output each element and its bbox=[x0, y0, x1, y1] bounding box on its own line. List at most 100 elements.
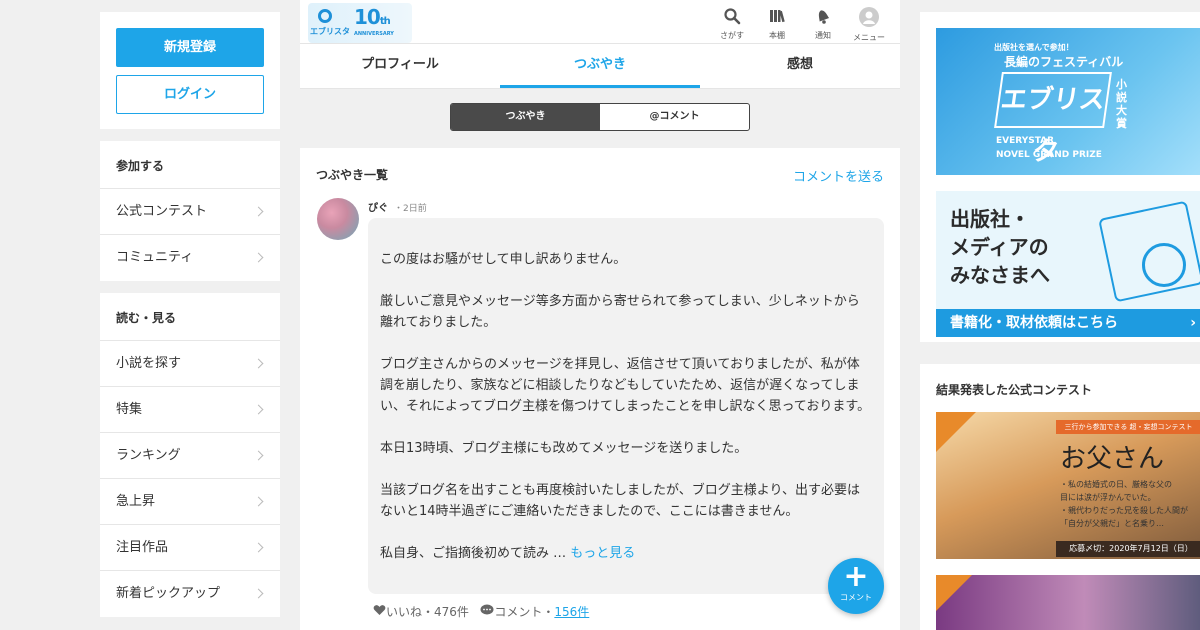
post-truncated: 私自身、ご指摘後初めて読み … もっと見る bbox=[380, 543, 872, 564]
truncated-text: 私自身、ご指摘後初めて読み … bbox=[380, 546, 567, 561]
sidebar-item-rising[interactable]: 急上昇 bbox=[100, 479, 280, 525]
banner1-title: エブリスタ bbox=[994, 72, 1112, 167]
contest1-title: お父さん bbox=[1060, 444, 1165, 474]
sidebar-item-ranking[interactable]: ランキング bbox=[100, 433, 280, 479]
contest-tag-ribbon bbox=[936, 575, 972, 611]
chevron-right-icon: › bbox=[1190, 315, 1196, 331]
nav-shelf-label: 本棚 bbox=[769, 31, 785, 40]
search-icon bbox=[724, 8, 741, 25]
sidebar-item-label: 特集 bbox=[116, 402, 143, 417]
nav-notify[interactable]: 通知 bbox=[803, 7, 843, 41]
sidebar-item-label: 公式コンテスト bbox=[116, 204, 208, 219]
send-comment-link[interactable]: コメントを送る bbox=[793, 166, 884, 185]
nav-shelf[interactable]: 本棚 bbox=[757, 7, 797, 41]
tab-profile[interactable]: プロフィール bbox=[300, 44, 500, 88]
sidebar-item-label: 注目作品 bbox=[116, 540, 169, 555]
segment-band: つぶやき @コメント bbox=[300, 89, 900, 148]
comment-bubble-icon bbox=[480, 604, 494, 615]
sidebar-item-label: コミュニティ bbox=[116, 250, 194, 265]
sidebar-item-find-novels[interactable]: 小説を探す bbox=[100, 341, 280, 387]
nav-menu[interactable]: メニュー bbox=[849, 7, 889, 43]
heart-icon bbox=[373, 605, 386, 615]
sidebar-item-featured[interactable]: 注目作品 bbox=[100, 525, 280, 571]
sidebar-item-features[interactable]: 特集 bbox=[100, 387, 280, 433]
tab-tweets[interactable]: つぶやき bbox=[500, 44, 700, 88]
post-paragraph: 本日13時頃、ブログ主様にも改めてメッセージを送りました。 bbox=[380, 441, 748, 456]
chevron-right-icon bbox=[253, 496, 264, 507]
post-time: ・2日前 bbox=[394, 204, 427, 214]
comment-count-link[interactable]: 156件 bbox=[554, 605, 589, 619]
contest-results-heading: 結果発表した公式コンテスト bbox=[936, 383, 1093, 397]
novel-grand-prize-banner[interactable]: 出版社を選んで参加！ 長編のフェスティバル エブリスタ 小説大賞 EVERYST… bbox=[936, 28, 1200, 175]
contest-banner-2[interactable] bbox=[936, 575, 1200, 630]
contest1-head: 三行から参加できる 超・妄想コンテスト bbox=[1056, 420, 1200, 434]
magnifier-logo-icon bbox=[318, 9, 332, 23]
read-more-link[interactable]: もっと見る bbox=[570, 546, 635, 561]
post-bubble: この度はお騒がせして申し訳ありません。 厳しいご意見やメッセージ等多方面から寄せ… bbox=[368, 218, 884, 594]
post-username[interactable]: ぴぐ bbox=[368, 199, 388, 214]
chevron-right-icon bbox=[253, 206, 264, 217]
chevron-right-icon bbox=[253, 588, 264, 599]
banner1-top: 出版社を選んで参加！ bbox=[994, 43, 1074, 52]
sidebar-item-label: ランキング bbox=[116, 448, 181, 463]
read-section: 読む・見る 小説を探す 特集 ランキング 急上昇 注目作品 新着ピックアップ bbox=[100, 293, 280, 617]
tab-reviews[interactable]: 感想 bbox=[700, 44, 900, 88]
media-inquiry-banner[interactable]: 出版社・ メディアの みなさまへ 書籍化・取材依頼はこちら › bbox=[936, 191, 1200, 337]
chevron-right-icon bbox=[253, 358, 264, 369]
nav-search-label: さがす bbox=[720, 31, 744, 40]
sidebar-item-label: 小説を探す bbox=[116, 356, 182, 371]
segment-tweets[interactable]: つぶやき bbox=[451, 104, 600, 130]
banner1-en: EVERYSTAR NOVEL GRAND PRIZE bbox=[996, 136, 1102, 160]
segment-mentions[interactable]: @コメント bbox=[600, 104, 749, 130]
sidebar-item-community[interactable]: コミュニティ bbox=[100, 235, 280, 281]
sidebar-item-contest[interactable]: 公式コンテスト bbox=[100, 189, 280, 235]
register-button[interactable]: 新規登録 bbox=[116, 28, 264, 67]
logo-name: エブリスタ bbox=[310, 27, 350, 36]
avatar[interactable] bbox=[317, 198, 359, 240]
contest-banner-father[interactable]: 三行から参加できる 超・妄想コンテスト お父さん ・私の結婚式の日、厳格な父の目… bbox=[936, 412, 1200, 559]
contest1-note: ・私の結婚式の日、厳格な父の 目には涙が浮かんでいた。 ・親代わりだった兄を殺した人… bbox=[1060, 480, 1188, 528]
top-bar: エブリスタ 10th ANNIVERSARY さがす 本棚 通知 メニュー bbox=[300, 0, 900, 44]
tweet-list-heading: つぶやき一覧 bbox=[316, 168, 389, 182]
like-button[interactable]: いいね・476件 bbox=[373, 605, 469, 619]
sidebar-item-label: 急上昇 bbox=[116, 494, 156, 509]
chevron-right-icon bbox=[253, 252, 264, 263]
participate-heading: 参加する bbox=[100, 141, 280, 189]
nav-menu-label: メニュー bbox=[853, 33, 885, 42]
right-banners: 出版社を選んで参加！ 長編のフェスティバル エブリスタ 小説大賞 EVERYST… bbox=[920, 12, 1200, 342]
comment-button[interactable]: コメント・156件 bbox=[480, 604, 589, 619]
banner2-bar: 書籍化・取材依頼はこちら › bbox=[936, 309, 1200, 337]
participate-section: 参加する 公式コンテスト コミュニティ bbox=[100, 141, 280, 281]
banner2-text: 出版社・ メディアの みなさまへ bbox=[950, 207, 1050, 287]
left-sidebar: 新規登録 ログイン 参加する 公式コンテスト コミュニティ 読む・見る 小説を探… bbox=[100, 12, 280, 629]
chevron-right-icon bbox=[253, 450, 264, 461]
bookshelf-icon bbox=[770, 10, 785, 23]
contest1-deadline: 応募〆切：2020年7月12日（日） bbox=[1056, 541, 1200, 557]
nav-notify-label: 通知 bbox=[815, 31, 831, 40]
banner1-sub: 小説大賞 bbox=[1116, 78, 1127, 130]
segment-control: つぶやき @コメント bbox=[450, 103, 750, 131]
banner1-fest: 長編のフェスティバル bbox=[1004, 55, 1124, 69]
login-button[interactable]: ログイン bbox=[116, 75, 264, 114]
sidebar-item-label: 新着ピックアップ bbox=[116, 586, 221, 601]
user-avatar-icon bbox=[859, 7, 879, 27]
camera-illustration-icon bbox=[1142, 243, 1186, 287]
like-count: いいね・476件 bbox=[386, 605, 469, 619]
nav-search[interactable]: さがす bbox=[712, 7, 752, 41]
sidebar-item-new-pickup[interactable]: 新着ピックアップ bbox=[100, 571, 280, 617]
chevron-right-icon bbox=[253, 404, 264, 415]
post-paragraph: この度はお騒がせして申し訳ありません。 bbox=[380, 252, 627, 267]
profile-tabs: プロフィール つぶやき 感想 bbox=[300, 44, 900, 89]
comment-label: コメント・ bbox=[494, 605, 555, 619]
post-paragraph: 当該ブログ名を出すことも再度検討いたしましたが、ブログ主様より、出す必要はないと… bbox=[380, 483, 860, 519]
contest-tag-ribbon bbox=[936, 412, 976, 452]
bell-icon bbox=[818, 10, 830, 24]
comment-fab-button[interactable]: + コメント bbox=[828, 558, 884, 614]
post-paragraph: 厳しいご意見やメッセージ等多方面から寄せられて参ってしまい、少しネットから離れて… bbox=[380, 294, 860, 330]
plus-icon: + bbox=[843, 559, 869, 594]
chevron-right-icon bbox=[253, 542, 264, 553]
site-logo[interactable]: エブリスタ 10th ANNIVERSARY bbox=[308, 3, 412, 43]
post-paragraph: ブログ主さんからのメッセージを拝見し、返信させて頂いておりましたが、私が体調を崩… bbox=[380, 357, 871, 414]
fab-label: コメント bbox=[840, 593, 872, 602]
contest-results: 結果発表した公式コンテスト 三行から参加できる 超・妄想コンテスト お父さん ・… bbox=[920, 364, 1200, 630]
